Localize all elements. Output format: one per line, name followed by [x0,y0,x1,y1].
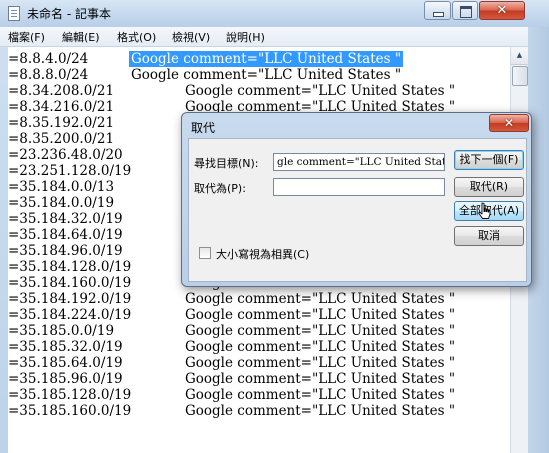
ip-range: =35.184.160.0/19 [8,275,132,291]
maximize-button[interactable] [452,1,478,20]
ip-range: =8.8.4.0/24 [8,51,89,67]
close-icon: ✕ [496,3,508,18]
ip-range: =35.184.128.0/19 [8,259,132,275]
ip-range: =8.35.200.0/21 [8,131,115,147]
find-label: 尋找目標(N): [194,157,259,170]
editor-line: =35.185.32.0/19 Google comment="LLC Unite… [8,339,510,355]
ip-range: =35.184.0.0/19 [8,195,115,211]
editor-line: =35.184.192.0/19 Google comment="LLC Unit… [8,291,510,307]
replace-label: 取代為(P): [194,182,246,195]
cancel-button[interactable]: 取消 [454,226,524,246]
comment-text: Google comment="LLC United States " [185,387,456,403]
close-icon: ✕ [503,116,515,130]
ip-range: =35.184.96.0/19 [8,243,123,259]
menu-edit[interactable]: 編輯(E) [62,29,100,45]
editor-line: =8.34.208.0/21 Google comment="LLC United… [8,83,510,99]
editor-line: =35.185.128.0/19 Google comment="LLC Unit… [8,387,510,403]
ip-range: =35.185.128.0/19 [8,387,132,403]
ip-range: =8.34.208.0/21 [8,83,115,99]
comment-text: Google comment="LLC United States " [185,371,456,387]
editor-line: =8.8.4.0/24 Google comment="LLC United St… [8,51,510,67]
match-case-checkbox[interactable] [199,247,211,259]
ip-range: =8.34.216.0/21 [8,99,115,115]
ip-range: =23.236.48.0/20 [8,147,123,163]
replace-input[interactable] [273,178,445,196]
close-button[interactable]: ✕ [479,1,525,20]
find-input[interactable]: gle comment="LLC United States " [273,153,445,171]
ip-range: =35.184.32.0/19 [8,211,123,227]
notepad-icon [8,6,20,21]
title-bar[interactable]: 未命名 - 記事本 ✕ [0,0,549,28]
comment-text: Google comment="LLC United States " [131,67,402,83]
menu-help[interactable]: 說明(H) [226,29,265,45]
editor-line: =35.185.96.0/19 Google comment="LLC Unite… [8,371,510,387]
find-next-button[interactable]: 找下一個(F) [454,150,524,170]
ip-range: =8.8.8.0/24 [8,67,89,83]
dialog-close-button[interactable]: ✕ [489,114,529,132]
ip-range: =35.185.96.0/19 [8,371,123,387]
menu-format[interactable]: 格式(O) [117,29,156,45]
maximize-icon [460,6,472,18]
editor-line: =8.8.8.0/24 Google comment="LLC United St… [8,67,510,83]
comment-text: Google comment="LLC United States " [185,355,456,371]
selected-text: Google comment="LLC United States " [129,51,404,67]
minimize-button[interactable] [424,1,451,20]
menu-view[interactable]: 檢視(V) [172,29,210,45]
replace-button[interactable]: 取代(R) [454,177,524,197]
match-case-label[interactable]: 大小寫視為相異(C) [216,246,309,262]
editor-line: =35.185.0.0/19 Google comment="LLC United… [8,323,510,339]
ip-range: =35.185.0.0/19 [8,323,115,339]
menu-bar: 檔案(F) 編輯(E) 格式(O) 檢視(V) 說明(H) [0,27,549,47]
ip-range: =35.184.192.0/19 [8,291,132,307]
editor-line: =35.184.224.0/19 Google comment="LLC Unit… [8,307,510,323]
comment-text: Google comment="LLC United States " [185,403,456,419]
replace-dialog: 取代 ✕ 尋找目標(N): gle comment="LLC United St… [181,112,532,287]
scroll-thumb[interactable] [512,66,528,86]
comment-text: Google comment="LLC United States " [185,291,456,307]
editor-line: =35.185.160.0/19 Google comment="LLC Unit… [8,403,510,419]
comment-text: Google comment="LLC United States " [185,83,456,99]
ip-range: =8.35.192.0/21 [8,115,115,131]
ip-range: =23.251.128.0/19 [8,163,132,179]
ip-range: =35.184.64.0/19 [8,227,123,243]
ip-range: =35.185.32.0/19 [8,339,123,355]
ip-range: =35.184.224.0/19 [8,307,132,323]
menu-file[interactable]: 檔案(F) [8,29,45,45]
ip-range: =35.184.0.0/13 [8,179,115,195]
dialog-title: 取代 [191,121,216,135]
dialog-body: 尋找目標(N): gle comment="LLC United States … [188,138,527,282]
comment-text: Google comment="LLC United States " [185,307,456,323]
scroll-up-button[interactable]: ▲ [511,47,528,65]
mouse-pointer-icon [478,202,491,219]
comment-text: Google comment="LLC United States " [185,339,456,355]
window-title: 未命名 - 記事本 [27,7,111,21]
ip-range: =35.185.64.0/19 [8,355,123,371]
minimize-icon [433,12,444,17]
ip-range: =35.185.160.0/19 [8,403,132,419]
comment-text: Google comment="LLC United States " [185,323,456,339]
editor-line: =35.185.64.0/19 Google comment="LLC Unite… [8,355,510,371]
